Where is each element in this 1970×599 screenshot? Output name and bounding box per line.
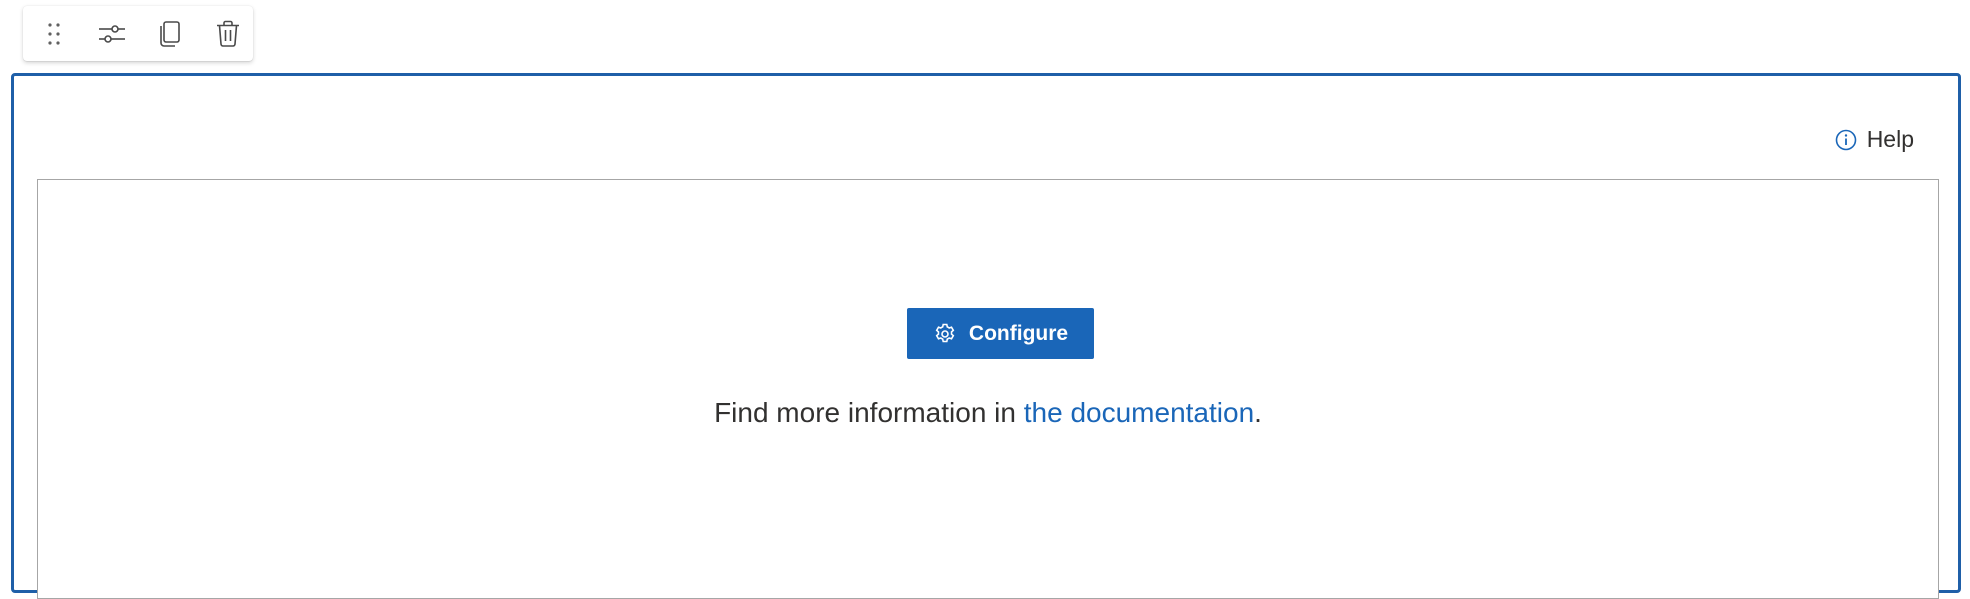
info-suffix: . bbox=[1254, 397, 1262, 428]
webpart-toolbar bbox=[23, 6, 253, 61]
gear-icon bbox=[933, 322, 957, 346]
delete-icon bbox=[217, 20, 239, 47]
webpart-container[interactable]: Help Configure Find more information in … bbox=[11, 73, 1961, 599]
edit-properties-icon bbox=[99, 24, 125, 43]
edit-properties-button[interactable] bbox=[92, 14, 132, 54]
info-icon bbox=[1835, 129, 1857, 151]
drag-handle-button[interactable] bbox=[34, 14, 74, 54]
delete-button[interactable] bbox=[208, 14, 248, 54]
documentation-link[interactable]: the documentation bbox=[1024, 397, 1254, 428]
configure-button[interactable]: Configure bbox=[907, 308, 1094, 359]
help-link[interactable]: Help bbox=[1835, 126, 1914, 153]
info-text: Find more information in the documentati… bbox=[38, 397, 1938, 429]
webpart-placeholder: Configure Find more information in the d… bbox=[37, 179, 1939, 599]
info-prefix: Find more information in bbox=[714, 397, 1024, 428]
drag-handle-icon bbox=[48, 22, 60, 45]
configure-label: Configure bbox=[968, 321, 1069, 345]
help-label: Help bbox=[1866, 126, 1914, 152]
duplicate-icon bbox=[160, 20, 180, 47]
duplicate-button[interactable] bbox=[150, 14, 190, 54]
